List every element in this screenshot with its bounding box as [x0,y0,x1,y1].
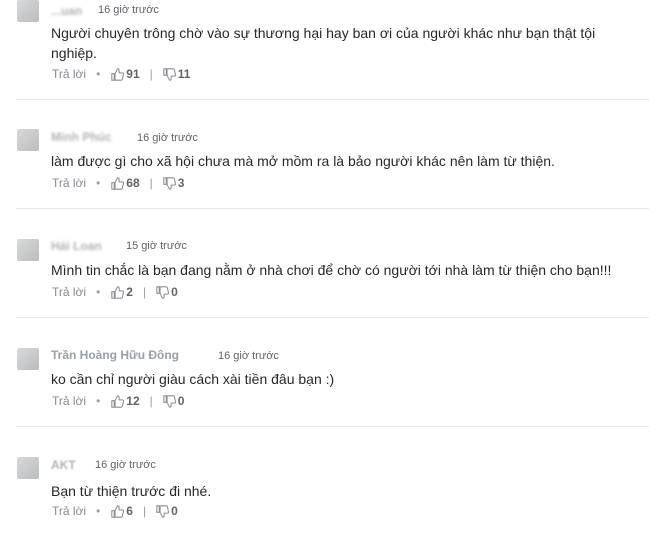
comment-time: 16 giờ trước [98,4,159,16]
like-button[interactable]: 91 [111,67,140,81]
avatar[interactable] [17,348,39,370]
comment-text: làm được gì cho xã hội chưa mà mở mồm ra… [51,153,555,169]
thumbs-up-icon [111,285,125,299]
dislike-button[interactable]: 11 [163,67,191,81]
comment-author[interactable]: ...uan [51,4,82,18]
separator-pipe: | [149,394,153,408]
avatar[interactable] [17,0,39,22]
avatar[interactable] [17,239,39,261]
separator-dot: • [96,67,101,81]
like-count: 91 [126,67,140,81]
comment-text: Người chuyên trông chờ vào sự thương hại… [51,25,596,61]
avatar[interactable] [17,129,39,151]
separator-dot: • [96,394,101,408]
reply-button[interactable]: Trả lời [52,504,86,518]
like-button[interactable]: 12 [111,394,140,408]
comment-author[interactable]: Trần Hoàng Hữu Đông [51,348,179,362]
comment-actions: Trả lời • 68 | 3 [52,176,184,190]
reply-button[interactable]: Trả lời [52,285,86,299]
reply-button[interactable]: Trả lời [52,176,86,190]
divider [16,317,649,318]
comment-author[interactable]: Hải Loan [51,239,102,253]
dislike-button[interactable]: 0 [156,504,178,518]
comment-text: ko cần chỉ người giàu cách xài tiền đâu … [51,371,335,387]
dislike-count: 11 [177,67,191,81]
separator-pipe: | [142,285,147,299]
comment-text: Bạn từ thiện trước đi nhé. [51,483,212,499]
thumbs-down-icon [163,176,176,190]
separator-pipe: | [142,504,147,518]
separator-dot: • [96,285,101,299]
dislike-count: 3 [177,176,185,190]
thumbs-up-icon [111,176,125,190]
thumbs-down-icon [163,67,176,81]
comment-actions: Trả lời • 2 | 0 [52,285,178,299]
like-count: 2 [126,285,133,299]
divider [16,208,649,209]
separator-dot: • [96,176,101,190]
comment-text: Mình tin chắc là bạn đang nằm ở nhà chơi… [51,262,612,278]
comment-time: 16 giờ trước [218,350,279,362]
divider [16,99,649,100]
separator-pipe: | [149,176,153,190]
reply-button[interactable]: Trả lời [52,67,86,81]
reply-button[interactable]: Trả lời [52,394,86,408]
comment-actions: Trả lời • 91 | 11 [52,67,190,81]
like-button[interactable]: 68 [111,176,140,190]
dislike-count: 0 [171,285,178,299]
avatar[interactable] [17,457,39,479]
thumbs-down-icon [156,504,170,518]
dislike-count: 0 [171,504,178,518]
comment-actions: Trả lời • 12 | 0 [52,394,184,408]
separator-pipe: | [149,67,153,81]
like-button[interactable]: 6 [111,504,133,518]
thumbs-down-icon [163,394,176,408]
like-count: 12 [126,394,140,408]
thumbs-up-icon [111,67,125,81]
thumbs-up-icon [111,504,125,518]
dislike-count: 0 [177,394,185,408]
comment-author[interactable]: Minh Phúc [51,130,112,144]
dislike-button[interactable]: 0 [156,285,178,299]
thumbs-down-icon [156,285,170,299]
comment-time: 16 giờ trước [137,132,198,144]
comment-author[interactable]: AKT [51,458,76,472]
comment-time: 16 giờ trước [95,459,156,471]
comment-time: 15 giờ trước [126,240,187,252]
dislike-button[interactable]: 0 [163,394,185,408]
like-count: 68 [126,176,140,190]
like-button[interactable]: 2 [111,285,133,299]
comment-actions: Trả lời • 6 | 0 [52,504,178,518]
divider [16,426,649,427]
like-count: 6 [126,504,133,518]
dislike-button[interactable]: 3 [163,176,185,190]
thumbs-up-icon [111,394,125,408]
separator-dot: • [96,504,101,518]
